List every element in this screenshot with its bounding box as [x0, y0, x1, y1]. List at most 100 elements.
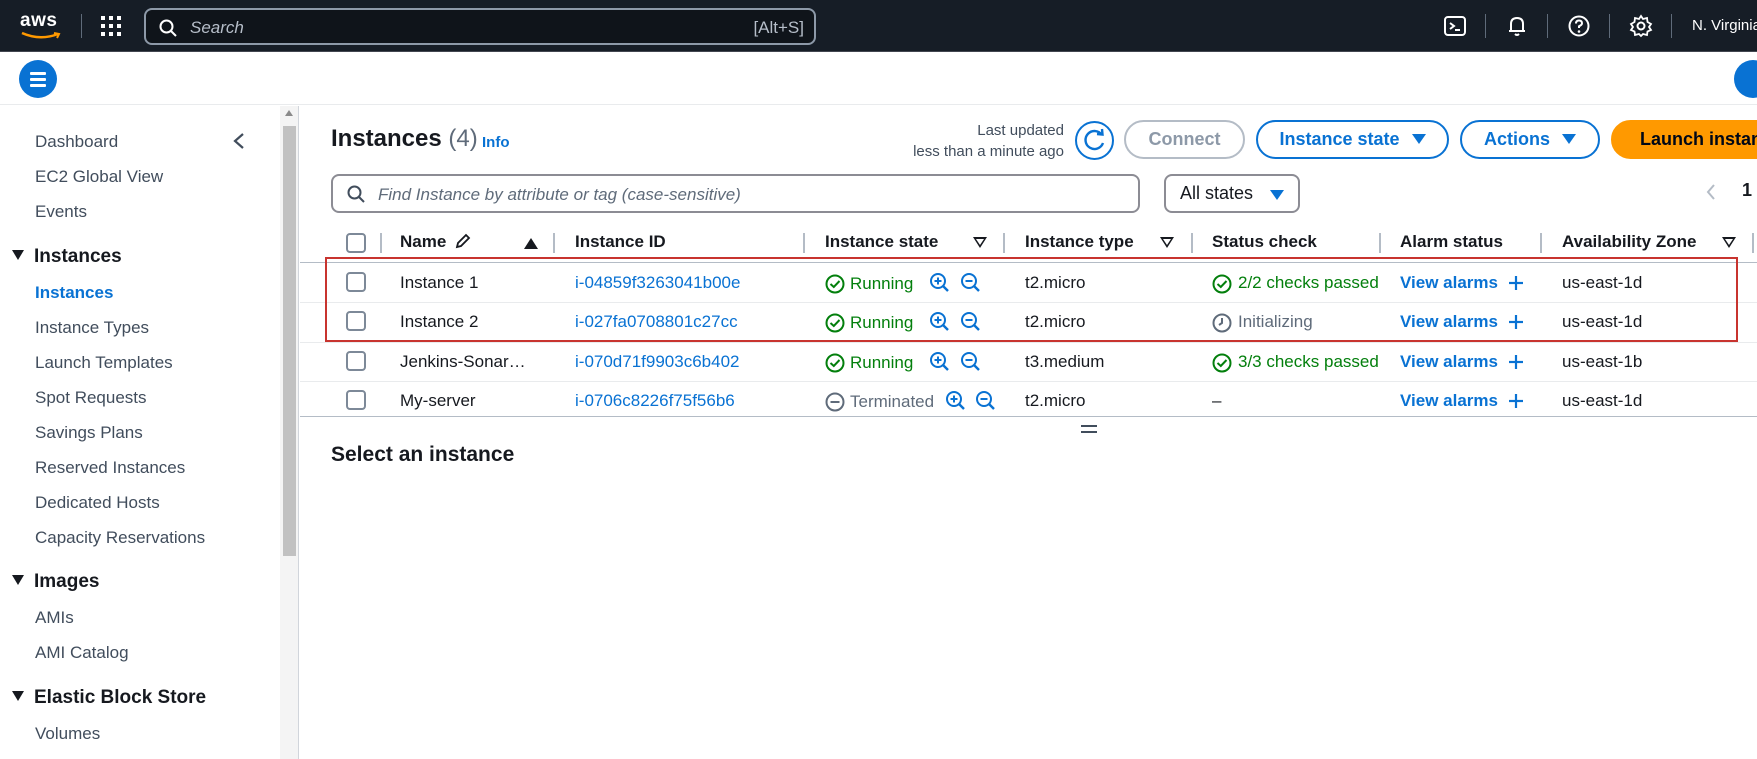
last-updated-label: Last updated: [977, 122, 1064, 139]
find-instance-input[interactable]: Find Instance by attribute or tag (case-…: [331, 174, 1140, 213]
highlight-box: [325, 257, 1738, 342]
resize-handle-icon[interactable]: [1081, 425, 1097, 433]
sidebar-section-ebs[interactable]: Elastic Block Store: [12, 687, 206, 709]
expand-triangle-icon: [12, 691, 24, 701]
sidebar-item-reserved-instances[interactable]: Reserved Instances: [35, 458, 185, 478]
grid-icon[interactable]: [101, 16, 121, 36]
instance-state: Running: [850, 353, 914, 372]
refresh-button[interactable]: [1075, 121, 1114, 160]
select-all-checkbox[interactable]: [346, 233, 366, 253]
check-circle-icon: [825, 353, 845, 373]
sidebar-scrollbar-thumb[interactable]: [283, 126, 296, 556]
divider: [81, 14, 82, 38]
table-bottom-divider: [300, 416, 1757, 417]
zoom-in-icon[interactable]: [945, 390, 966, 411]
expand-triangle-icon: [12, 250, 24, 260]
sidebar-item-volumes[interactable]: Volumes: [35, 724, 100, 744]
column-header-availability-zone[interactable]: Availability Zone: [1562, 232, 1696, 252]
plus-icon[interactable]: [1508, 354, 1524, 370]
filter-icon[interactable]: [1160, 237, 1174, 248]
states-filter-select[interactable]: All states: [1164, 174, 1300, 213]
instance-type: t3.medium: [1025, 352, 1105, 371]
search-input[interactable]: Search [Alt+S]: [144, 8, 816, 45]
zoom-out-icon[interactable]: [960, 351, 981, 372]
plus-icon[interactable]: [1508, 393, 1524, 409]
sidebar: Dashboard EC2 Global View Events Instanc…: [0, 106, 280, 759]
column-header-alarm-status[interactable]: Alarm status: [1400, 232, 1503, 252]
instance-id-link[interactable]: i-070d71f9903c6b402: [575, 352, 739, 372]
chevron-left-icon[interactable]: [232, 132, 246, 150]
instance-name: Jenkins-Sonar…: [400, 352, 526, 371]
breadcrumb-bar: [0, 52, 1757, 105]
page-number[interactable]: 1: [1742, 180, 1752, 201]
sidebar-item-spot-requests[interactable]: Spot Requests: [35, 388, 147, 408]
instance-id-link[interactable]: i-0706c8226f75f56b6: [575, 391, 735, 411]
view-alarms-link[interactable]: View alarms: [1400, 352, 1498, 372]
column-separator: [1379, 233, 1381, 253]
sort-ascending-icon[interactable]: [524, 238, 538, 249]
section-title: Instances: [34, 246, 122, 267]
info-link[interactable]: Info: [482, 134, 510, 151]
status-check-text: –: [1212, 391, 1222, 410]
column-header-instance-id[interactable]: Instance ID: [575, 232, 666, 252]
instance-state-button[interactable]: Instance state: [1256, 120, 1449, 159]
search-placeholder: Search: [190, 18, 244, 37]
view-alarms-link[interactable]: View alarms: [1400, 391, 1498, 411]
find-placeholder: Find Instance by attribute or tag (case-…: [378, 185, 741, 204]
status-check: 3/3 checks passed: [1212, 350, 1378, 374]
sidebar-item-dashboard[interactable]: Dashboard: [35, 132, 118, 152]
column-separator: [380, 233, 382, 253]
expand-triangle-icon: [12, 575, 24, 585]
filter-icon[interactable]: [1722, 237, 1736, 248]
minus-circle-icon: [825, 392, 845, 412]
row-checkbox[interactable]: [346, 351, 366, 371]
bell-icon[interactable]: [1505, 14, 1529, 38]
region-selector[interactable]: N. Virginia: [1692, 17, 1757, 34]
sidebar-item-launch-templates[interactable]: Launch Templates: [35, 353, 173, 373]
menu-toggle-button[interactable]: [19, 60, 57, 98]
search-icon: [159, 19, 177, 37]
column-separator: [1191, 233, 1193, 253]
column-header-status-check[interactable]: Status check: [1212, 232, 1317, 252]
zoom-out-icon[interactable]: [975, 390, 996, 411]
gear-icon[interactable]: [1629, 14, 1653, 38]
sidebar-section-images[interactable]: Images: [12, 571, 99, 593]
chevron-left-icon[interactable]: [1705, 183, 1717, 201]
last-updated: Last updated less than a minute ago: [880, 120, 1064, 162]
sidebar-item-instance-types[interactable]: Instance Types: [35, 318, 149, 338]
column-header-instance-state[interactable]: Instance state: [825, 232, 938, 252]
sidebar-item-amis[interactable]: AMIs: [35, 608, 74, 628]
pencil-icon[interactable]: [454, 232, 472, 250]
actions-button[interactable]: Actions: [1460, 120, 1600, 159]
sidebar-item-dedicated-hosts[interactable]: Dedicated Hosts: [35, 493, 160, 513]
help-icon[interactable]: [1567, 14, 1591, 38]
refresh-icon: [1084, 128, 1105, 151]
sidebar-item-ami-catalog[interactable]: AMI Catalog: [35, 643, 129, 663]
search-shortcut: [Alt+S]: [753, 18, 804, 37]
sidebar-item-global-view[interactable]: EC2 Global View: [35, 167, 163, 187]
column-separator: [1003, 233, 1005, 253]
cloudshell-icon[interactable]: [1443, 14, 1467, 38]
filter-icon[interactable]: [973, 237, 987, 248]
caret-down-icon: [1562, 134, 1576, 144]
row-checkbox[interactable]: [346, 390, 366, 410]
column-header-instance-type[interactable]: Instance type: [1025, 232, 1134, 252]
sidebar-item-instances[interactable]: Instances: [35, 283, 113, 303]
scroll-up-arrow-icon[interactable]: [285, 110, 293, 116]
divider: [1609, 14, 1610, 38]
aws-logo[interactable]: aws: [20, 10, 62, 42]
column-separator: [553, 233, 555, 253]
instance-state-label: Instance state: [1279, 129, 1400, 149]
sidebar-item-savings-plans[interactable]: Savings Plans: [35, 423, 143, 443]
divider: [1485, 14, 1486, 38]
column-header-name[interactable]: Name: [400, 232, 472, 252]
launch-instance-button[interactable]: Launch instance: [1611, 120, 1757, 159]
instance-count: (4): [448, 125, 478, 152]
top-navigation-bar: aws Search [Alt+S] N. Virginia: [0, 0, 1757, 52]
last-updated-value: less than a minute ago: [913, 143, 1064, 160]
sidebar-item-capacity-reservations[interactable]: Capacity Reservations: [35, 528, 205, 548]
sidebar-item-events[interactable]: Events: [35, 202, 87, 222]
zoom-in-icon[interactable]: [929, 351, 950, 372]
connect-button[interactable]: Connect: [1124, 120, 1245, 159]
sidebar-section-instances[interactable]: Instances: [12, 246, 122, 268]
